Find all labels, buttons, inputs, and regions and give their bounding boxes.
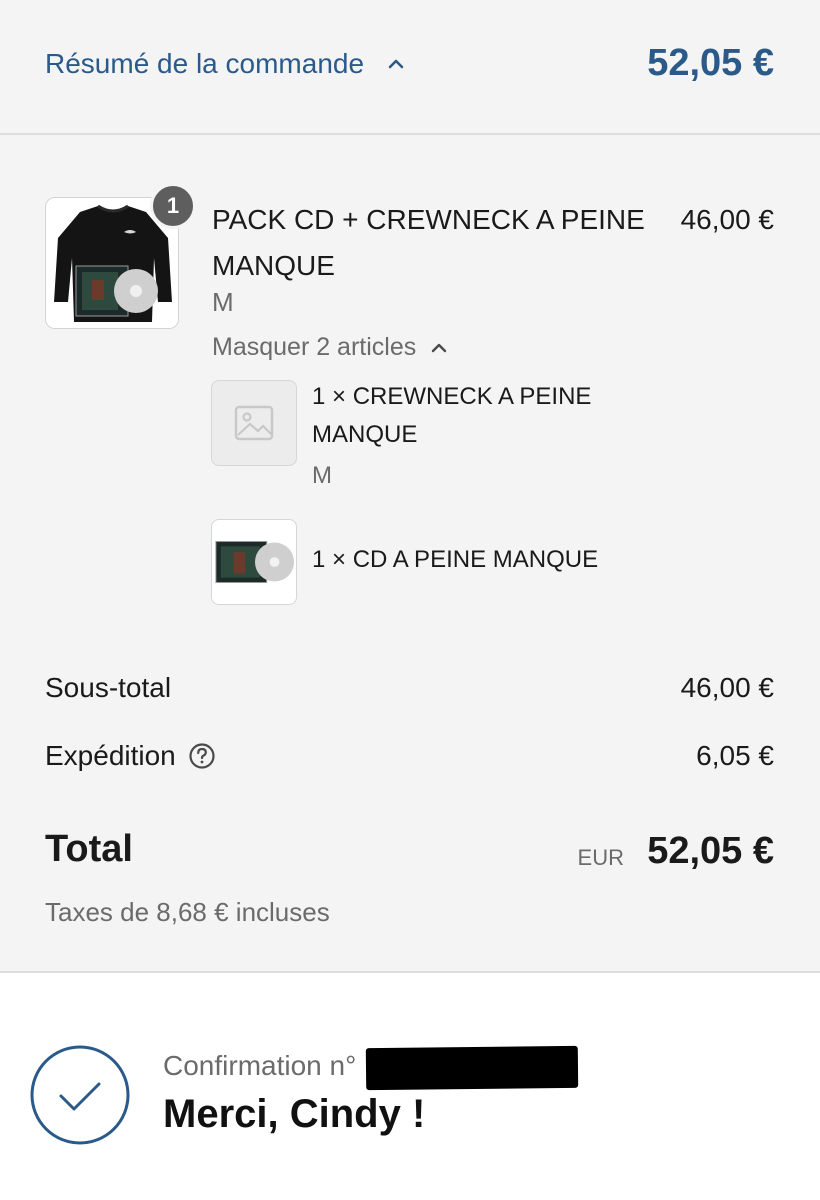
product-name: PACK CD + CREWNECK A PEINE MANQUE	[212, 204, 645, 281]
quantity-badge: 1	[150, 183, 196, 229]
product-price: 46,00 €	[680, 204, 774, 235]
header-total-price: 52,05 €	[647, 42, 774, 84]
sub-item-thumbnail	[211, 519, 297, 605]
thank-you-heading: Merci, Cindy !	[163, 1092, 426, 1136]
hide-items-label: Masquer 2 articles	[212, 333, 417, 361]
order-summary-header: Résumé de la commande 52,05 €	[0, 0, 820, 135]
order-summary-body: 1 PACK CD + CREWNECK A PEINE MANQUE 46,0…	[0, 135, 820, 973]
total-value: 52,05 €	[647, 830, 774, 872]
image-placeholder-icon	[234, 405, 274, 441]
sub-item-variant: M	[312, 462, 332, 489]
sub-item-label: 1 × CREWNECK A PEINE MANQUE	[312, 383, 592, 448]
check-circle-icon	[30, 1045, 130, 1145]
shipping-row: Expédition	[45, 740, 216, 772]
chevron-up-icon	[388, 59, 404, 69]
shipping-label: Expédition	[45, 740, 176, 771]
total-label: Total	[45, 828, 133, 870]
product-variant: M	[212, 287, 234, 317]
total-currency: EUR	[577, 845, 624, 870]
subtotal-label: Sous-total	[45, 672, 172, 703]
help-icon[interactable]	[188, 742, 216, 770]
taxes-note: Taxes de 8,68 € incluses	[45, 897, 330, 927]
chevron-up-icon	[432, 343, 447, 352]
cd-cover-image	[215, 541, 295, 583]
order-summary-label: Résumé de la commande	[45, 48, 365, 79]
shipping-value: 6,05 €	[696, 740, 774, 771]
sub-item-label: 1 × CD A PEINE MANQUE	[312, 546, 599, 573]
hide-items-toggle[interactable]: Masquer 2 articles	[212, 333, 448, 362]
confirmation-number-label: Confirmation n°	[163, 1050, 357, 1081]
sub-item-thumbnail	[211, 380, 297, 466]
subtotal-value: 46,00 €	[680, 672, 774, 703]
order-summary-toggle[interactable]: Résumé de la commande	[45, 48, 406, 80]
redaction-mark	[365, 1045, 579, 1091]
